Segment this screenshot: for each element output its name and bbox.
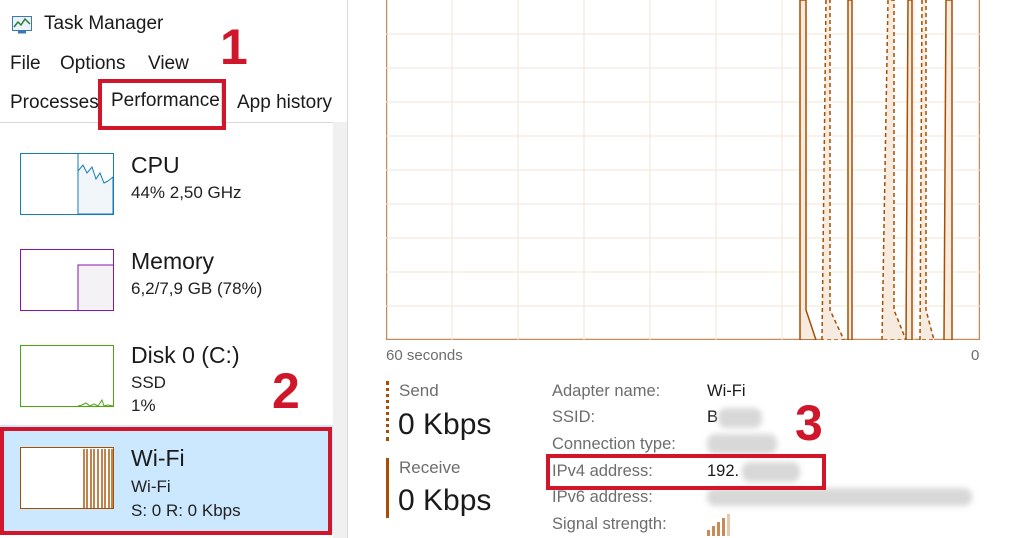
ipv6-redacted — [707, 488, 972, 506]
receive-indicator — [386, 458, 389, 518]
cpu-thumbnail-graph — [20, 153, 114, 215]
annotation-step-3: 3 — [795, 395, 823, 451]
memory-usage: 6,2/7,9 GB (78%) — [131, 279, 263, 298]
cpu-usage: 44% 2,50 GHz — [131, 183, 242, 202]
connection-type-redacted — [707, 434, 777, 454]
ssid-value: B — [707, 408, 719, 426]
menu-view[interactable]: View — [148, 53, 189, 75]
disk-usage: 1% — [131, 396, 156, 415]
sidebar-scrollbar[interactable] — [333, 122, 347, 538]
sidebar-item-memory[interactable]: Memory 6,2/7,9 GB (78%) — [0, 236, 333, 331]
annotation-step-2: 2 — [272, 363, 300, 419]
pane-divider — [347, 0, 348, 538]
disk-thumbnail-graph — [20, 345, 114, 407]
disk-title: Disk 0 (C:) — [131, 342, 240, 368]
annotation-box-ipv4 — [546, 454, 826, 490]
graph-x-right-label: 0 — [971, 347, 980, 364]
send-label: Send — [399, 381, 439, 400]
annotation-step-1: 1 — [220, 19, 248, 75]
menu-file[interactable]: File — [10, 53, 41, 75]
menu-options[interactable]: Options — [60, 53, 125, 75]
graph-x-left-label: 60 seconds — [386, 347, 463, 364]
tab-app-history[interactable]: App history — [237, 92, 332, 114]
connection-type-label: Connection type: — [552, 435, 676, 453]
ssid-label: SSID: — [552, 408, 596, 426]
receive-value: 0 Kbps — [398, 484, 492, 517]
receive-label: Receive — [399, 458, 461, 477]
signal-strength-icon — [707, 514, 730, 536]
send-indicator — [386, 381, 392, 441]
disk-type: SSD — [131, 373, 166, 392]
ssid-redacted — [718, 408, 762, 428]
memory-thumbnail-graph — [20, 249, 114, 311]
memory-title: Memory — [131, 248, 215, 274]
throughput-graph — [386, 0, 980, 340]
annotation-box-performance-tab — [98, 79, 226, 130]
sidebar-item-cpu[interactable]: CPU 44% 2,50 GHz — [0, 140, 333, 235]
tab-processes[interactable]: Processes — [10, 92, 99, 114]
task-manager-icon — [12, 16, 32, 34]
adapter-name-label: Adapter name: — [552, 382, 661, 400]
ipv6-address-label: IPv6 address: — [552, 488, 653, 506]
cpu-title: CPU — [131, 152, 180, 178]
signal-strength-label: Signal strength: — [552, 515, 667, 533]
send-value: 0 Kbps — [398, 408, 492, 441]
annotation-box-wifi — [0, 427, 332, 535]
window-title: Task Manager — [44, 13, 164, 34]
adapter-name-value: Wi-Fi — [707, 382, 746, 400]
